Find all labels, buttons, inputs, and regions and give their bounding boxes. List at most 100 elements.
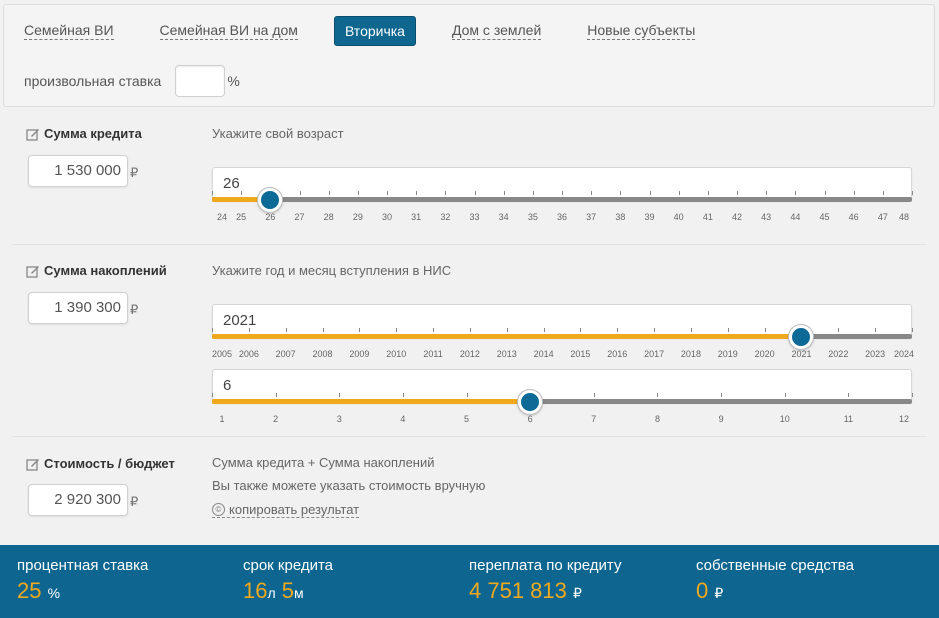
loan-currency: ₽ (130, 165, 139, 180)
results-bar: процентная ставка 25 % срок кредита 16л … (0, 545, 939, 618)
month-slider-tick-label: 10 (779, 414, 790, 424)
age-slider-tick (212, 191, 213, 195)
copy-result-row: © копировать результат (212, 500, 360, 518)
copy-result-link[interactable]: © копировать результат (212, 502, 360, 518)
year-slider-tick-label: 2017 (644, 349, 665, 359)
year-slider-tick (727, 328, 729, 332)
month-slider-tick-label: 1 (219, 414, 225, 424)
age-slider-tick-label: 41 (702, 212, 713, 222)
month-slider-tick-label: 12 (898, 414, 910, 424)
year-slider-tick-label: 2020 (754, 349, 775, 359)
month-slider-tick (275, 393, 277, 397)
year-slider-tick (506, 328, 508, 332)
year-slider-tick-label: 2009 (349, 349, 370, 359)
year-slider-tick (580, 328, 582, 332)
budget-section: Стоимость / бюджет 2 920 300 ₽ Сумма кре… (12, 437, 927, 537)
month-slider-tick-label: 8 (654, 414, 660, 424)
age-slider[interactable]: 26 24 25 26 27 28 29 30 31 32 33 34 35 36 37 38 39 40 41 4… (212, 167, 913, 227)
month-slider-tick (339, 393, 341, 397)
age-slider-tick (503, 191, 505, 195)
budget-amount-input[interactable]: 2 920 300 (28, 484, 128, 516)
loan-amount-input[interactable]: 1 530 000 (28, 155, 128, 187)
tab-new-subjects[interactable]: Новые субъекты (587, 22, 696, 40)
age-slider-tick-label: 27 (294, 212, 305, 222)
age-slider-tick-label: 40 (673, 212, 684, 222)
tab-house-with-land[interactable]: Дом с землей (451, 22, 542, 40)
tab-family-vi-house[interactable]: Семейная ВИ на дом (159, 22, 298, 40)
year-slider-tick-label: 2005 (211, 349, 233, 359)
age-slider-tick (591, 191, 593, 195)
age-slider-tick-label: 47 (877, 212, 888, 222)
age-slider-tick (620, 191, 622, 195)
tab-family-vi[interactable]: Семейная ВИ (24, 22, 114, 40)
tab-secondary[interactable]: Вторичка (333, 16, 416, 46)
savings-currency: ₽ (130, 302, 139, 317)
top-panel: Семейная ВИ Семейная ВИ на дом Вторичка … (3, 4, 935, 107)
year-slider-tick (617, 328, 619, 332)
age-slider-tick (357, 191, 359, 195)
month-value[interactable]: 6 (223, 377, 231, 394)
age-slider-tick (328, 191, 330, 195)
month-slider-tick (466, 393, 468, 397)
copyright-icon: © (212, 503, 225, 516)
savings-amount-input[interactable]: 1 390 300 (28, 292, 128, 324)
age-value[interactable]: 26 (223, 175, 240, 192)
age-slider-tick (678, 191, 680, 195)
year-slider-thumb[interactable] (789, 325, 814, 349)
age-slider-tick-label: 34 (498, 212, 509, 222)
age-slider-tick (795, 191, 797, 195)
year-slider-tick-label: 2011 (423, 349, 443, 359)
result-rate-unit: % (47, 585, 61, 601)
year-slider-track-fill (212, 334, 802, 339)
age-slider-tick-label: 28 (323, 212, 334, 222)
custom-rate-label: произвольная ставка (24, 73, 162, 89)
month-slider-tick-label: 7 (591, 414, 597, 424)
age-slider-tick (824, 191, 826, 195)
result-overpay-number: 4 751 813 (469, 578, 567, 603)
year-slider-tick (322, 328, 324, 332)
month-slider-tick-label: 5 (464, 414, 470, 424)
age-slider-tick (853, 191, 855, 195)
age-slider-tick-label: 48 (898, 212, 910, 222)
year-slider-tick-label: 2014 (533, 349, 554, 359)
result-own-label: собственные средства (696, 557, 854, 574)
program-tabs: Семейная ВИ Семейная ВИ на дом Вторичка … (24, 16, 741, 46)
month-slider-thumb[interactable] (518, 390, 543, 414)
month-slider-tick-label: 11 (843, 414, 854, 424)
loan-title-text: Сумма кредита (44, 126, 142, 141)
result-term-years-unit: л (267, 585, 276, 601)
result-own-funds: собственные средства 0 ₽ (696, 557, 854, 604)
age-slider-tick (387, 191, 388, 195)
year-slider-tick (359, 328, 361, 332)
age-slider-tick (707, 191, 709, 195)
custom-rate-input[interactable] (175, 65, 226, 97)
age-slider-tick (649, 191, 651, 195)
year-slider-tick-label: 2006 (238, 349, 259, 359)
age-slider-thumb[interactable] (258, 188, 283, 212)
age-slider-tick-label: 36 (556, 212, 568, 222)
age-slider-tick-label: 26 (265, 212, 276, 222)
year-slider-tick (654, 328, 656, 332)
age-slider-tick-label: 35 (527, 212, 538, 222)
year-slider-tick (212, 328, 213, 332)
year-slider-tick (543, 328, 545, 332)
age-slider-tick-label: 25 (236, 212, 247, 222)
age-slider-track[interactable] (212, 197, 912, 202)
year-slider-tick-label: 2012 (459, 349, 480, 359)
year-slider-tick-label: 2019 (717, 349, 738, 359)
year-slider-tick-label: 2021 (791, 349, 812, 359)
age-slider-tick-label: 24 (216, 212, 228, 222)
result-own-unit: ₽ (714, 585, 724, 601)
year-slider-tick-label: 2013 (496, 349, 517, 359)
age-slider-tick-label: 33 (469, 212, 480, 222)
month-slider-tick-label: 9 (718, 414, 724, 424)
result-overpay: переплата по кредиту 4 751 813 ₽ (469, 557, 621, 604)
month-slider-tick (212, 393, 213, 397)
age-slider-box: 26 (212, 167, 912, 201)
year-slider[interactable]: 2021 2005 2006 2007 2008 2009 2010 2011 2012 201… (211, 304, 914, 364)
year-value[interactable]: 2021 (223, 312, 256, 329)
month-slider[interactable]: 6 1 2 3 4 5 6 7 8 9 10 11 12 (212, 369, 913, 429)
copy-result-label: копировать результат (229, 502, 360, 517)
year-slider-tick (469, 328, 471, 332)
age-slider-tick-label: 37 (586, 212, 597, 222)
